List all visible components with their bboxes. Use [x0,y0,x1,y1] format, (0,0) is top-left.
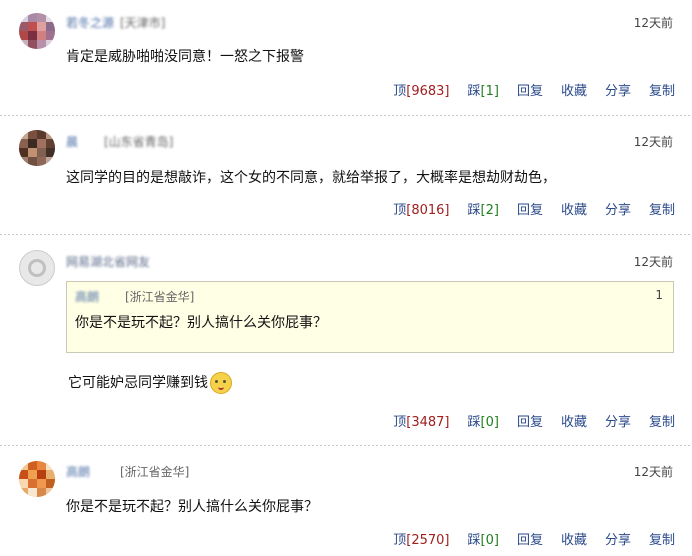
collect-button[interactable]: 收藏 [561,533,587,548]
quoted-comment: 高朗 [浙江省金华] 1 你是不是玩不起？别人搞什么关你屁事？ [66,281,674,353]
downvote-button[interactable]: 踩[0] [468,533,499,548]
comment-actions: 顶[8016] 踩[2] 回复 收藏 分享 复制 [375,199,675,218]
downvote-count: [0] [480,415,499,430]
reply-button[interactable]: 回复 [517,203,543,218]
quote-location: [浙江省金华] [125,290,195,304]
collect-button[interactable]: 收藏 [561,415,587,430]
upvote-count: [2570] [406,533,450,548]
copy-button[interactable]: 复制 [649,84,675,99]
downvote-button[interactable]: 踩[0] [468,415,499,430]
upvote-button[interactable]: 顶[3487] [393,415,449,430]
avatar[interactable] [19,250,55,286]
avatar[interactable] [19,13,55,49]
share-button[interactable]: 分享 [605,203,631,218]
comment-text: 你是不是玩不起？别人搞什么关你屁事？ [66,499,318,515]
copy-button[interactable]: 复制 [649,203,675,218]
share-button[interactable]: 分享 [605,533,631,548]
comment-item: 网易湖北省网友 12天前 高朗 [浙江省金华] 1 你是不是玩不起？别人搞什么关… [0,235,692,445]
comment-text: 它可能妒忌同学赚到钱 [68,372,232,394]
downvote-count: [2] [480,203,499,218]
downvote-count: [0] [480,533,499,548]
comment-username[interactable]: 若冬之源 [66,14,114,31]
comment-item: 高朗 [浙江省金华] 12天前 你是不是玩不起？别人搞什么关你屁事？ 顶[257… [0,446,692,556]
upvote-button[interactable]: 顶[2570] [393,533,449,548]
comment-username[interactable]: 高朗 [66,463,90,480]
collect-button[interactable]: 收藏 [561,84,587,99]
reply-button[interactable]: 回复 [517,533,543,548]
comment-time: 12天前 [633,255,673,269]
cat-smile-icon [210,372,232,394]
comment-text: 肯定是威胁啪啪没同意！一怒之下报警 [66,49,304,65]
comment-actions: 顶[3487] 踩[0] 回复 收藏 分享 复制 [375,411,675,430]
avatar[interactable] [19,461,55,497]
comment-location: [浙江省金华] [120,465,190,479]
comment-item: 若冬之源 [天津市] 12天前 肯定是威胁啪啪没同意！一怒之下报警 顶[9683… [0,0,692,115]
comment-actions: 顶[9683] 踩[1] 回复 收藏 分享 复制 [375,80,675,99]
upvote-count: [8016] [406,203,450,218]
comment-time: 12天前 [633,135,673,149]
upvote-button[interactable]: 顶[9683] [393,84,449,99]
upvote-count: [3487] [406,415,450,430]
downvote-button[interactable]: 踩[2] [468,203,499,218]
quote-username[interactable]: 高朗 [75,288,99,305]
comment-time: 12天前 [633,465,673,479]
downvote-button[interactable]: 踩[1] [468,84,499,99]
collect-button[interactable]: 收藏 [561,203,587,218]
comment-username[interactable]: 网易湖北省网友 [66,253,150,270]
upvote-count: [9683] [406,84,450,99]
downvote-count: [1] [480,84,499,99]
comment-text: 这同学的目的是想敲诈，这个女的不同意，就给举报了，大概率是想劫财劫色， [66,170,556,186]
comment-location: [山东省青岛] [104,135,174,149]
comment-username[interactable]: 晨 [66,133,78,150]
reply-button[interactable]: 回复 [517,84,543,99]
quote-text: 你是不是玩不起？别人搞什么关你屁事？ [75,315,327,331]
avatar[interactable] [19,130,55,166]
copy-button[interactable]: 复制 [649,415,675,430]
quote-floor-number: 1 [655,288,663,302]
upvote-button[interactable]: 顶[8016] [393,203,449,218]
comment-actions: 顶[2570] 踩[0] 回复 收藏 分享 复制 [375,529,675,548]
share-button[interactable]: 分享 [605,415,631,430]
copy-button[interactable]: 复制 [649,533,675,548]
comment-time: 12天前 [633,16,673,30]
share-button[interactable]: 分享 [605,84,631,99]
comment-location: [天津市] [120,16,166,30]
comment-item: 晨 [山东省青岛] 12天前 这同学的目的是想敲诈，这个女的不同意，就给举报了，… [0,116,692,234]
reply-button[interactable]: 回复 [517,415,543,430]
